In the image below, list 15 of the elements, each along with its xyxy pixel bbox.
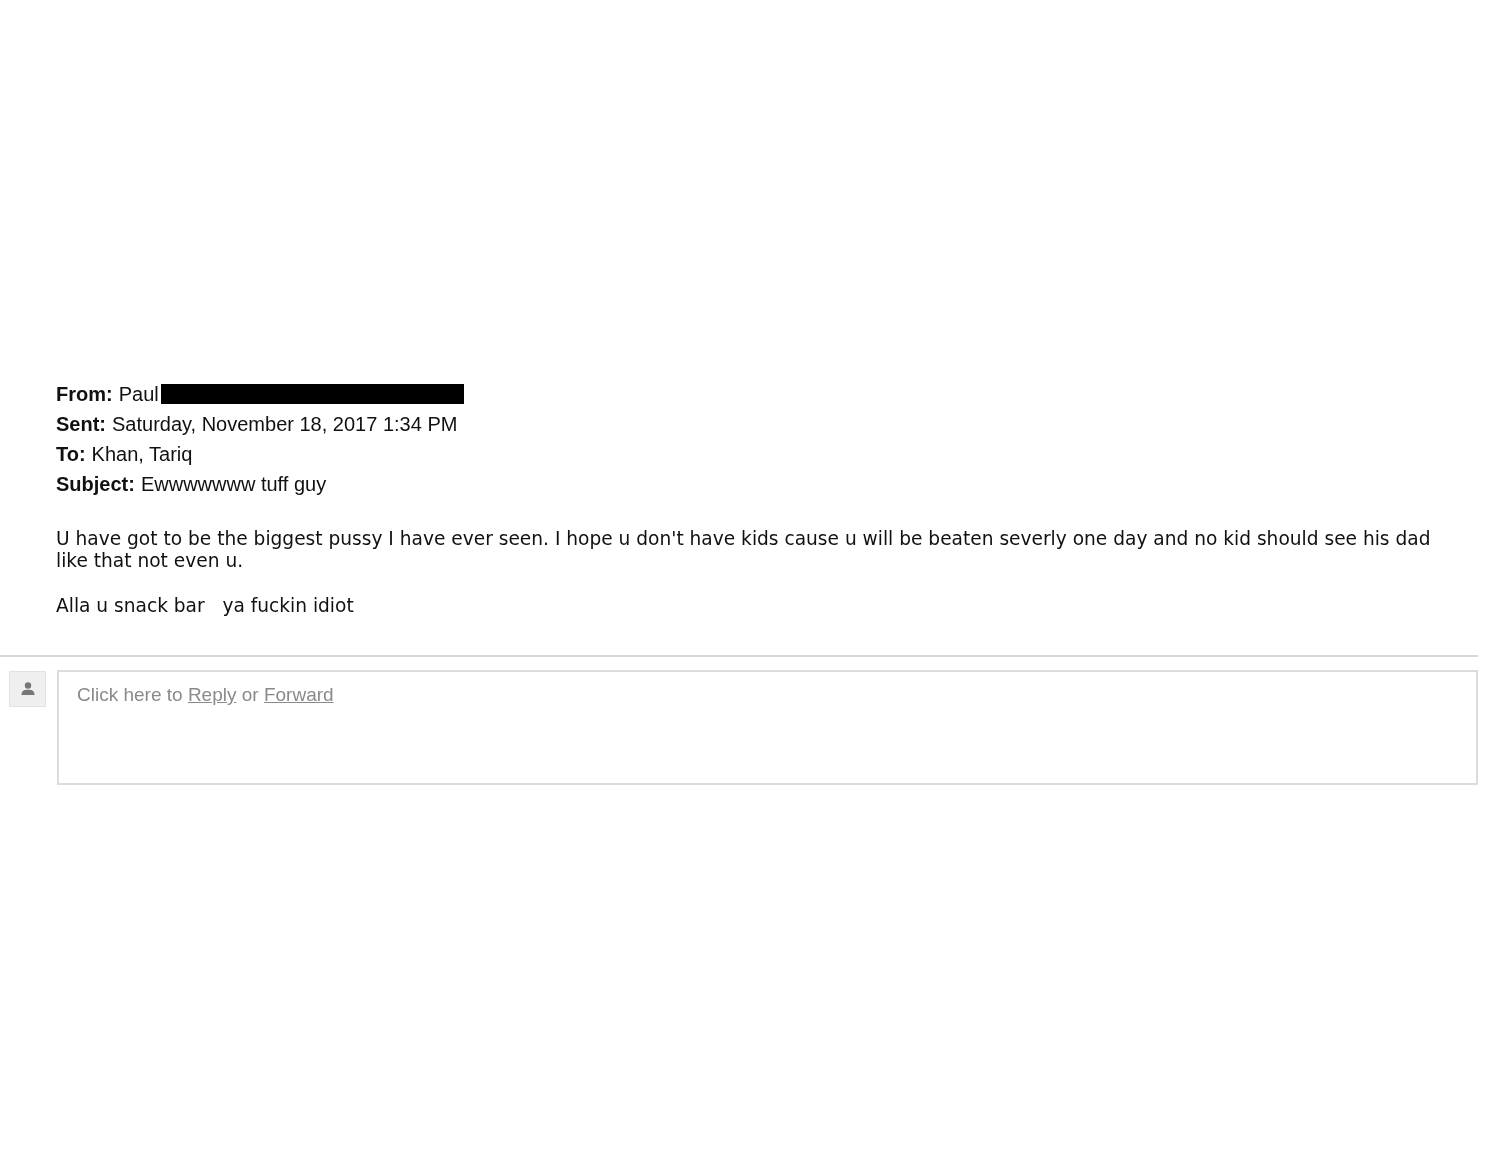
reply-box[interactable]: Click here to Reply or Forward xyxy=(57,670,1478,785)
header-value: Saturday, November 18, 2017 1:34 PM xyxy=(112,412,458,437)
message-paragraph: U have got to be the biggest pussy I have ever seen. I hope u don't have kids cause u will be beaten severly one day and no kid should see his dad like that not even u. xyxy=(56,528,1432,572)
avatar-icon xyxy=(9,671,46,707)
message-paragraph: Alla u snack bar ya fuckin idiot xyxy=(56,595,355,617)
header-label: Sent: xyxy=(56,412,106,437)
link[interactable]: Reply xyxy=(187,684,237,705)
link[interactable]: Forward xyxy=(263,684,334,705)
header-label: Subject: xyxy=(56,472,135,497)
header-value: Ewwwwwww tuff guy xyxy=(140,472,327,497)
header-value: Khan, Tariq xyxy=(91,442,193,467)
header-value: Paul xyxy=(118,382,159,407)
header-label: From: xyxy=(56,382,113,407)
header-label: To: xyxy=(56,442,86,467)
reply-prompt: Click here to Reply or Forward xyxy=(77,683,334,707)
